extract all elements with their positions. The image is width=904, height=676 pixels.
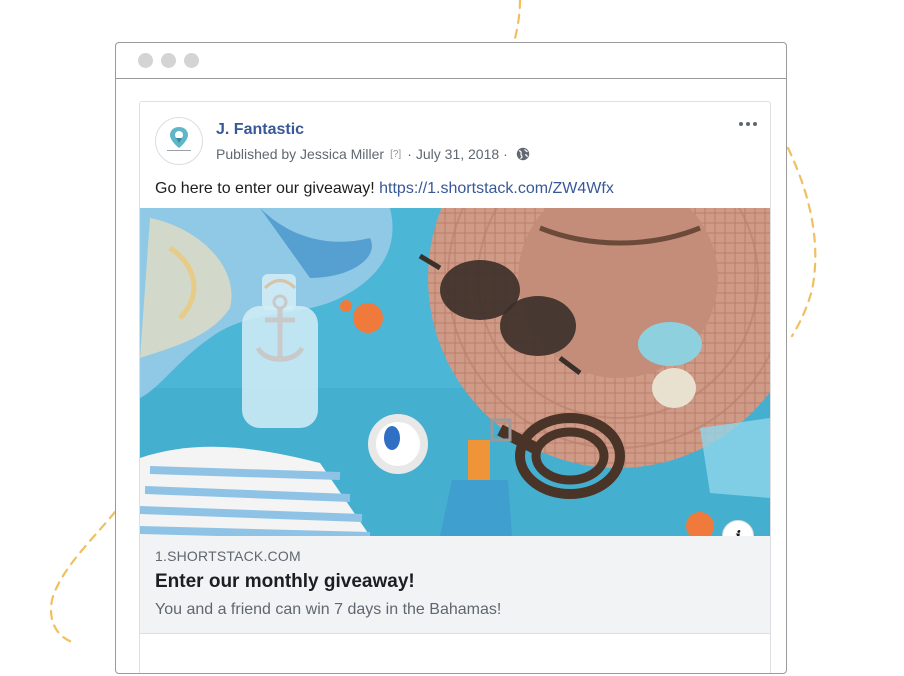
beach-flatlay-photo [140, 208, 770, 536]
meta-separator: · [407, 146, 412, 162]
post-image[interactable]: i [140, 208, 770, 536]
window-control-minimize[interactable] [161, 53, 176, 68]
post-header: J. Fantastic Published by Jessica Miller… [140, 102, 770, 174]
meta-separator: · [503, 146, 508, 162]
post-meta: Published by Jessica Miller [?] · July 3… [216, 146, 530, 162]
window-control-close[interactable] [138, 53, 153, 68]
published-by-text[interactable]: Published by Jessica Miller [216, 146, 384, 162]
browser-title-bar [116, 43, 786, 79]
browser-window: J. Fantastic Published by Jessica Miller… [115, 42, 787, 674]
link-preview-title[interactable]: Enter our monthly giveaway! [155, 571, 755, 593]
page: J. Fantastic Published by Jessica Miller… [0, 0, 904, 676]
link-preview-description: You and a friend can win 7 days in the B… [155, 601, 502, 618]
post-message-link[interactable]: https://1.shortstack.com/ZW4Wfx [379, 180, 614, 197]
facebook-post-card: J. Fantastic Published by Jessica Miller… [139, 101, 771, 673]
post-date[interactable]: July 31, 2018 [416, 146, 499, 162]
window-control-maximize[interactable] [184, 53, 199, 68]
help-marker[interactable]: [?] [390, 149, 401, 160]
post-message-text: Go here to enter our giveaway! [155, 180, 380, 197]
page-avatar[interactable] [155, 117, 203, 165]
bright-logo-icon [167, 127, 191, 151]
globe-icon[interactable] [516, 147, 530, 161]
link-preview-card[interactable]: 1.SHORTSTACK.COM Enter our monthly givea… [140, 536, 770, 634]
link-preview-domain: 1.SHORTSTACK.COM [155, 548, 301, 564]
post-message: Go here to enter our giveaway! https://1… [140, 174, 770, 208]
more-options-icon[interactable] [736, 114, 760, 134]
post-author-name[interactable]: J. Fantastic [216, 121, 304, 139]
